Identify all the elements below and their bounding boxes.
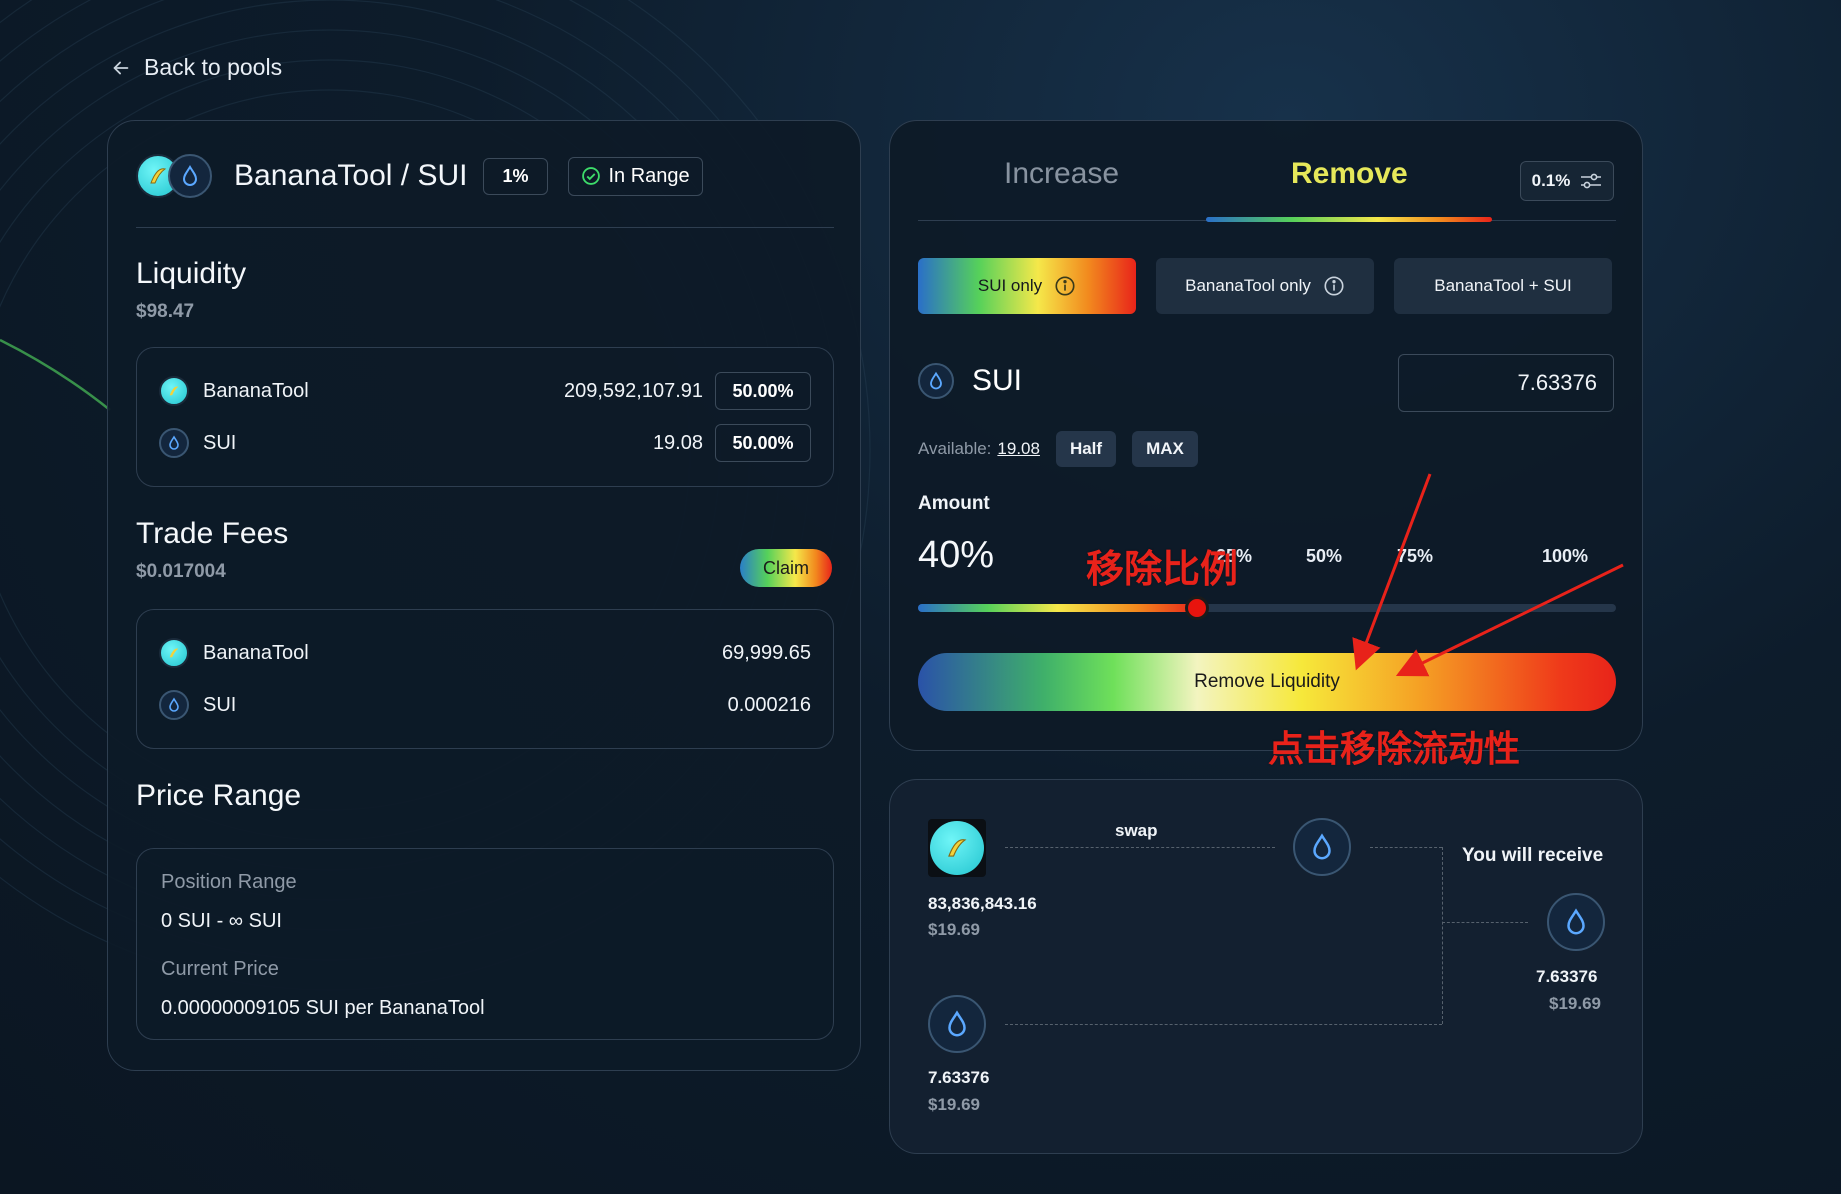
- token-name: BananaTool: [203, 641, 309, 664]
- arrow-left-icon: [113, 61, 129, 74]
- annotation-click-remove: 点击移除流动性: [1268, 729, 1521, 770]
- divider: [136, 227, 834, 228]
- slippage-value: 0.1%: [1531, 171, 1571, 190]
- manage-liquidity-card: Increase Remove 0.1% SUI only BananaTool…: [889, 120, 1643, 751]
- input-value: 7.63376: [1517, 370, 1597, 395]
- mode-label: BananaTool + SUI: [1434, 276, 1572, 295]
- fee-amount: 69,999.65: [722, 641, 811, 664]
- liquidity-title: Liquidity: [136, 257, 247, 290]
- both-tokens-mode-button[interactable]: BananaTool + SUI: [1394, 258, 1612, 314]
- slippage-settings-button[interactable]: 0.1%: [1520, 161, 1614, 201]
- info-icon: [1324, 276, 1344, 296]
- banana-amount: 83,836,843.16: [928, 894, 1037, 913]
- trade-fees-breakdown: BananaTool 69,999.65 SUI 0.000216: [136, 609, 834, 749]
- sui-amount: 7.63376: [928, 1068, 990, 1087]
- half-button[interactable]: Half: [1055, 431, 1117, 467]
- current-price-label: Current Price: [161, 958, 279, 980]
- amount-slider[interactable]: [918, 596, 1616, 620]
- current-price-value: 0.00000009105 SUI per BananaTool: [161, 997, 485, 1019]
- pair-title: BananaTool / SUI: [234, 159, 468, 192]
- receive-amount: 7.63376: [1536, 967, 1598, 986]
- remove-amount-input[interactable]: 7.63376: [1398, 354, 1614, 412]
- mode-label: SUI only: [977, 276, 1043, 295]
- bananatool-logo: [159, 638, 189, 668]
- tab-remove[interactable]: Remove: [1291, 157, 1408, 191]
- fee-amount: 0.000216: [727, 693, 811, 716]
- receive-summary-card: 83,836,843.16 $19.69 swap You will recei…: [889, 779, 1643, 1154]
- in-range-badge: In Range: [567, 156, 703, 196]
- fee-tier-badge: 1%: [483, 157, 548, 195]
- sui-droplet-icon: [928, 995, 986, 1053]
- available-label: Available:: [918, 439, 992, 458]
- remove-liquidity-button[interactable]: Remove Liquidity: [918, 653, 1616, 711]
- sui-droplet-icon: [159, 690, 189, 720]
- info-icon: [1055, 276, 1075, 296]
- available-balance: Available: 19.08 Half MAX: [918, 431, 1198, 467]
- back-label: Back to pools: [144, 54, 283, 80]
- sui-only-mode-button[interactable]: SUI only: [918, 258, 1136, 314]
- list-item: SUI 0.000216: [159, 686, 811, 724]
- sui-usd: $19.69: [928, 1095, 980, 1114]
- list-item: BananaTool 69,999.65: [159, 634, 811, 672]
- connector-line: [1442, 922, 1528, 923]
- share-percentage: 50.00%: [715, 372, 811, 410]
- liquidity-breakdown: BananaTool 209,592,107.91 50.00% SUI 19.…: [136, 347, 834, 487]
- preset-50-button[interactable]: 50%: [1306, 546, 1342, 567]
- preset-75-button[interactable]: 75%: [1397, 546, 1433, 567]
- pair-header: BananaTool / SUI 1% In Range: [136, 151, 703, 201]
- available-value[interactable]: 19.08: [997, 439, 1040, 459]
- slider-handle[interactable]: [1185, 596, 1210, 620]
- token-name: BananaTool: [203, 379, 309, 402]
- mode-label: BananaTool only: [1185, 276, 1311, 295]
- active-tab-indicator: [1206, 217, 1492, 222]
- sui-droplet-icon: [918, 363, 954, 399]
- price-range-box: Position Range 0 SUI - ∞ SUI Current Pri…: [136, 848, 834, 1040]
- tab-increase[interactable]: Increase: [1004, 157, 1119, 191]
- bananatool-logo: [928, 819, 986, 877]
- annotation-ratio: 移除比例: [1086, 547, 1239, 591]
- sui-droplet-icon: [1293, 818, 1351, 876]
- position-details-card: BananaTool / SUI 1% In Range Liquidity $…: [107, 120, 861, 1071]
- slider-fill: [918, 604, 1198, 612]
- check-circle-icon: [581, 167, 600, 185]
- position-range-value: 0 SUI - ∞ SUI: [161, 910, 282, 932]
- swap-label: swap: [1115, 821, 1158, 840]
- amount-label: Amount: [918, 493, 990, 514]
- liquidity-value: $98.47: [136, 301, 195, 322]
- preset-100-button[interactable]: 100%: [1542, 546, 1588, 567]
- sliders-icon: [1581, 173, 1602, 189]
- amount-percentage: 40%: [918, 534, 995, 576]
- range-status: In Range: [608, 164, 690, 187]
- sui-droplet-icon: [168, 154, 212, 198]
- swap-connector: [1005, 847, 1275, 848]
- position-range-label: Position Range: [161, 871, 297, 893]
- bananatool-only-mode-button[interactable]: BananaTool only: [1156, 258, 1374, 314]
- share-percentage: 50.00%: [715, 424, 811, 462]
- list-item: BananaTool 209,592,107.91 50.00%: [159, 372, 811, 410]
- price-range-title: Price Range: [136, 779, 302, 812]
- selected-token-name: SUI: [972, 364, 1023, 397]
- selected-token: SUI: [918, 363, 1022, 399]
- trade-fees-title: Trade Fees: [136, 517, 289, 550]
- token-name: SUI: [203, 693, 237, 716]
- connector-line: [1370, 847, 1442, 848]
- connector-line: [1442, 847, 1443, 1024]
- token-amount: 209,592,107.91: [563, 379, 703, 402]
- connector-line: [1005, 1024, 1442, 1025]
- bananatool-logo: [159, 376, 189, 406]
- list-item: SUI 19.08 50.00%: [159, 424, 811, 462]
- claim-button[interactable]: Claim: [740, 549, 832, 587]
- max-button[interactable]: MAX: [1132, 431, 1198, 467]
- sui-droplet-icon: [159, 428, 189, 458]
- sui-droplet-icon: [1547, 893, 1605, 951]
- trade-fees-value: $0.017004: [136, 561, 226, 582]
- you-will-receive-label: You will receive: [1462, 845, 1604, 866]
- back-to-pools-link[interactable]: Back to pools: [110, 54, 282, 81]
- token-name: SUI: [203, 431, 237, 454]
- receive-usd: $19.69: [1549, 994, 1601, 1013]
- banana-usd: $19.69: [928, 920, 980, 939]
- token-amount: 19.08: [652, 431, 703, 454]
